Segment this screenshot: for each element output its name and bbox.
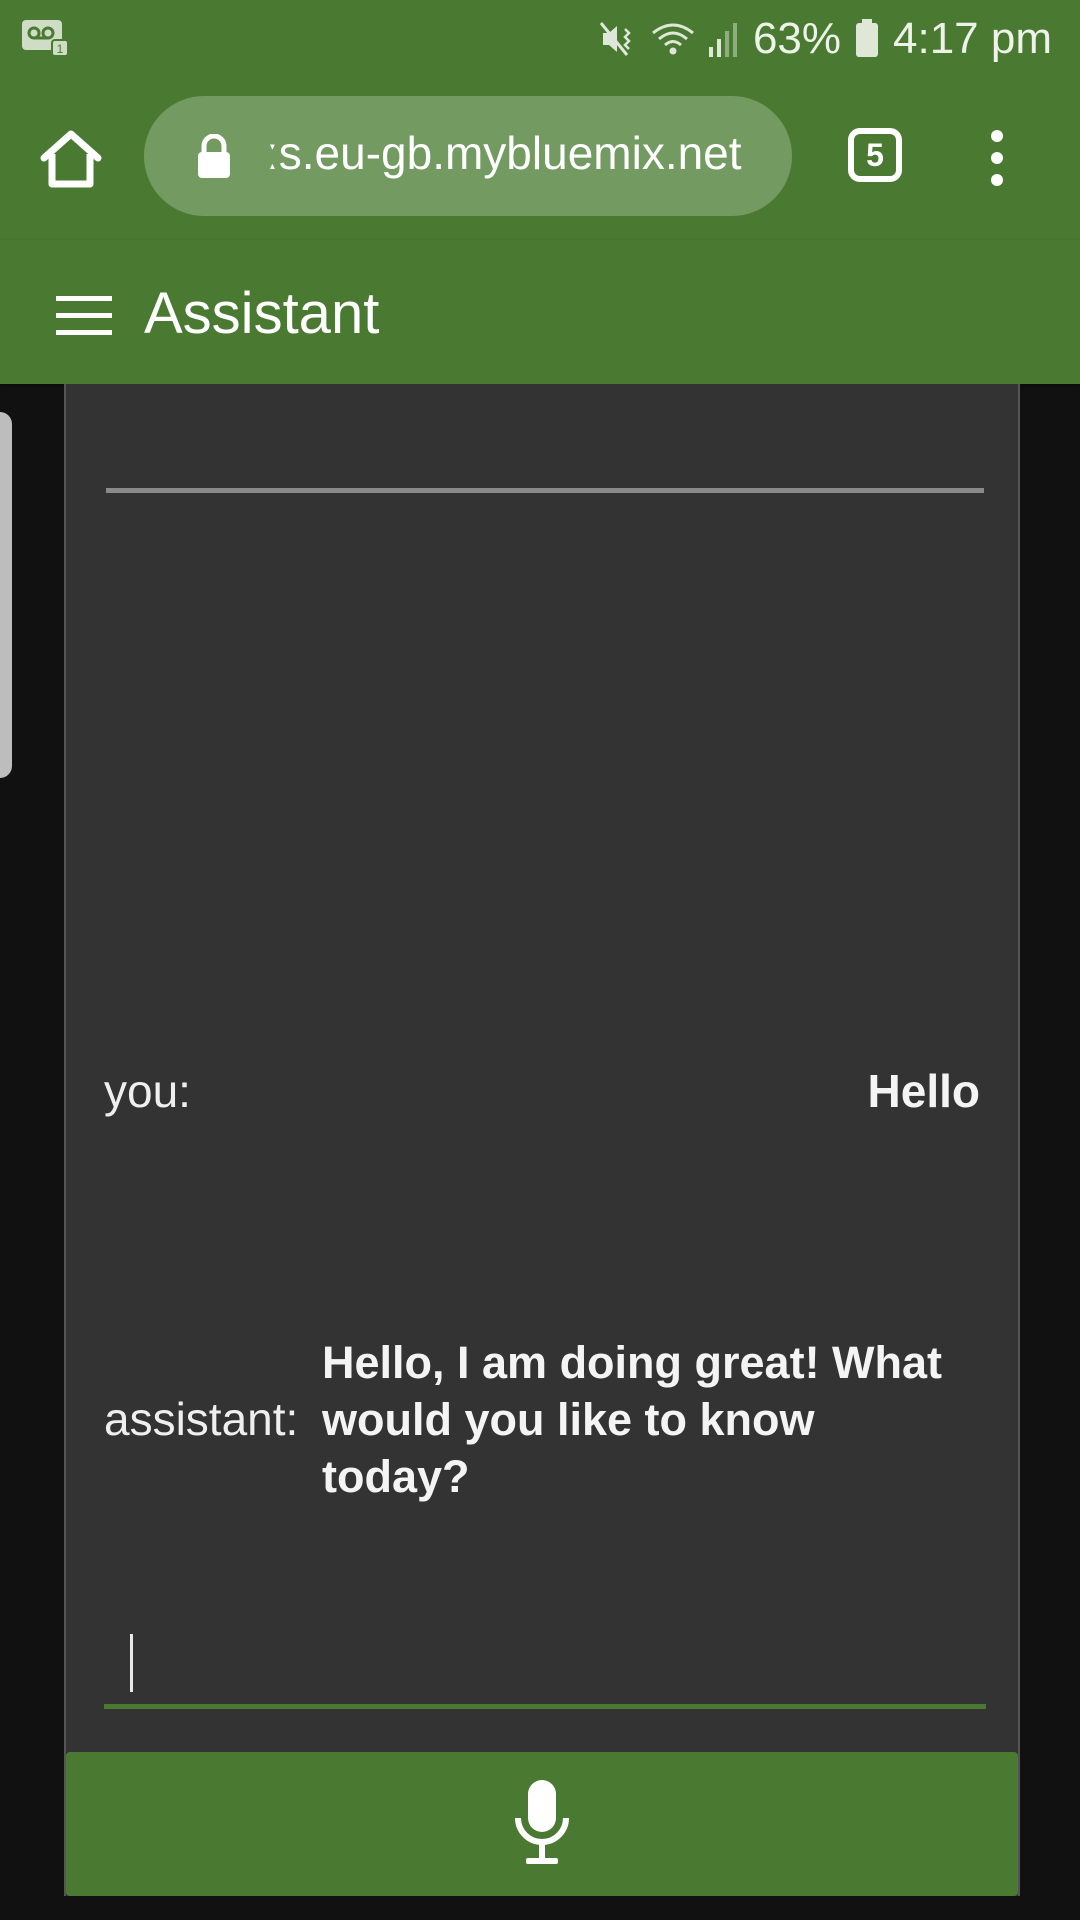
message-you: you: Hello [104, 1064, 980, 1144]
scroll-handle[interactable] [0, 412, 12, 778]
home-icon[interactable] [38, 126, 104, 192]
mute-vibrate-icon [597, 19, 637, 59]
lock-icon [196, 133, 232, 178]
url-bar[interactable]: ːs.eu-gb.mybluemix.net [144, 96, 792, 216]
signal-icon [708, 19, 739, 59]
microphone-button[interactable] [66, 1752, 1018, 1896]
svg-text:1: 1 [57, 42, 64, 56]
message-text: Hello, I am doing great! What would you … [322, 1337, 943, 1502]
message-input[interactable] [104, 1624, 986, 1709]
chat-panel: you: Hello assistant: Hello, I am doing … [64, 384, 1020, 1896]
overflow-menu-icon[interactable] [982, 128, 1012, 188]
status-bar: 1 63% 4:17 pm [0, 0, 1080, 80]
battery-icon [855, 19, 879, 59]
message-text: Hello [867, 1065, 980, 1117]
message-assistant: assistant: Hello, I am doing great! What… [104, 1334, 980, 1504]
page-title: Assistant [144, 281, 380, 346]
clock: 4:17 pm [893, 14, 1052, 63]
browser-toolbar: ːs.eu-gb.mybluemix.net 5 [0, 80, 1080, 240]
app-header: Assistant [0, 240, 1080, 384]
hamburger-menu-icon[interactable] [56, 296, 112, 336]
microphone-icon [512, 1780, 572, 1868]
battery-percent: 63% [752, 14, 842, 63]
voicemail-icon: 1 [22, 20, 70, 57]
tab-switcher-button[interactable]: 5 [848, 128, 902, 182]
url-text: ːs.eu-gb.mybluemix.net [266, 127, 742, 179]
speaker-label: assistant: [104, 1393, 299, 1445]
speaker-label: you: [104, 1065, 191, 1117]
text-cursor [130, 1634, 133, 1692]
wifi-icon [651, 19, 695, 59]
divider [106, 488, 984, 493]
